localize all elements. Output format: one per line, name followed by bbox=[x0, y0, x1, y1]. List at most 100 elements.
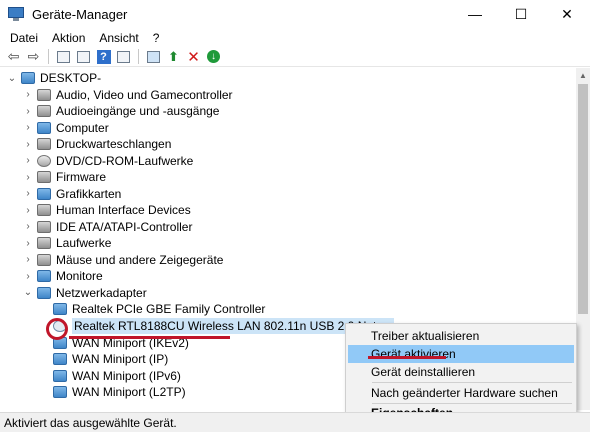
title-bar: Geräte-Manager — ☐ ✕ bbox=[0, 0, 590, 28]
toolbar-separator bbox=[138, 49, 139, 64]
menu-separator bbox=[372, 382, 572, 383]
forward-button[interactable]: ⇨ bbox=[25, 48, 42, 65]
toggle-pane-button[interactable] bbox=[115, 48, 132, 65]
red-x-icon: ✕ bbox=[187, 48, 200, 66]
window-controls: — ☐ ✕ bbox=[452, 0, 590, 28]
tree-category[interactable]: › Audioeingänge und -ausgänge bbox=[22, 103, 219, 120]
tree-category[interactable]: › Monitore bbox=[22, 268, 102, 285]
help-button[interactable]: ? bbox=[95, 48, 112, 65]
help-icon: ? bbox=[96, 49, 111, 64]
firmware-chip-icon bbox=[37, 171, 51, 184]
close-button[interactable]: ✕ bbox=[544, 0, 590, 28]
tree-device[interactable]: WAN Miniport (IPv6) bbox=[50, 368, 181, 385]
network-adapter-icon bbox=[53, 353, 67, 366]
chevron-right-icon[interactable]: › bbox=[22, 238, 34, 249]
uninstall-device-button[interactable]: ✕ bbox=[185, 48, 202, 66]
tree-root[interactable]: ⌄ DESKTOP- bbox=[6, 70, 101, 87]
annotation-circle bbox=[46, 318, 68, 340]
tree-category[interactable]: › Computer bbox=[22, 120, 108, 137]
disk-drive-icon bbox=[37, 237, 51, 250]
pane-icon bbox=[117, 50, 130, 63]
status-text: Aktiviert das ausgewählte Gerät. bbox=[4, 415, 177, 430]
chevron-right-icon[interactable]: › bbox=[22, 155, 34, 166]
dvd-drive-icon bbox=[37, 154, 51, 167]
enable-device-button[interactable]: ↓ bbox=[205, 48, 222, 65]
toolbar-separator bbox=[48, 49, 49, 64]
menu-enable-device[interactable]: Gerät aktivieren bbox=[348, 345, 574, 363]
minimize-button[interactable]: — bbox=[452, 0, 498, 28]
menu-help[interactable]: ? bbox=[146, 31, 167, 45]
annotation-underline-device bbox=[69, 336, 230, 339]
enable-device-icon: ↓ bbox=[207, 50, 220, 63]
menu-update-driver[interactable]: Treiber aktualisieren bbox=[348, 327, 574, 345]
printer-icon bbox=[37, 138, 51, 151]
menu-bar: Datei Aktion Ansicht ? bbox=[0, 28, 590, 47]
tree-category[interactable]: › Grafikkarten bbox=[22, 186, 121, 203]
properties-button[interactable] bbox=[75, 48, 92, 65]
chevron-right-icon[interactable]: › bbox=[22, 271, 34, 282]
monitor-scan-icon bbox=[147, 50, 160, 63]
tree-category[interactable]: › Human Interface Devices bbox=[22, 202, 190, 219]
tree-category[interactable]: › Laufwerke bbox=[22, 235, 111, 252]
properties-icon bbox=[77, 50, 90, 63]
chevron-right-icon[interactable]: › bbox=[22, 188, 34, 199]
context-menu: Treiber aktualisieren Gerät aktivieren G… bbox=[345, 323, 577, 423]
network-adapter-icon bbox=[53, 303, 67, 316]
menu-datei[interactable]: Datei bbox=[3, 31, 45, 45]
add-driver-icon: ⬆ bbox=[168, 48, 179, 64]
ide-controller-icon bbox=[37, 220, 51, 233]
chevron-right-icon[interactable]: › bbox=[22, 89, 34, 100]
scroll-up-icon[interactable]: ▲ bbox=[576, 68, 590, 82]
chevron-down-icon[interactable]: ⌄ bbox=[6, 73, 18, 84]
hid-icon bbox=[37, 204, 51, 217]
tree-category[interactable]: › IDE ATA/ATAPI-Controller bbox=[22, 219, 192, 236]
device-manager-icon bbox=[8, 7, 24, 21]
tree-device[interactable]: WAN Miniport (L2TP) bbox=[50, 384, 186, 401]
monitor-icon bbox=[37, 270, 51, 283]
tree-device-selected[interactable]: Realtek RTL8188CU Wireless LAN 802.11n U… bbox=[50, 318, 394, 335]
network-adapter-icon bbox=[53, 386, 67, 399]
annotation-underline-menu bbox=[368, 356, 446, 359]
computer-icon bbox=[21, 72, 35, 85]
tree-category[interactable]: › Audio, Video und Gamecontroller bbox=[22, 87, 232, 104]
menu-ansicht[interactable]: Ansicht bbox=[92, 31, 145, 45]
computer-icon bbox=[37, 121, 51, 134]
network-adapter-icon bbox=[37, 286, 51, 299]
chevron-right-icon[interactable]: › bbox=[22, 122, 34, 133]
scrollbar-thumb[interactable] bbox=[578, 84, 588, 314]
arrow-right-icon: ⇨ bbox=[27, 48, 40, 64]
back-button[interactable]: ⇦ bbox=[5, 48, 22, 65]
chevron-right-icon[interactable]: › bbox=[22, 205, 34, 216]
chevron-right-icon[interactable]: › bbox=[22, 221, 34, 232]
display-adapter-icon bbox=[37, 187, 51, 200]
chevron-right-icon[interactable]: › bbox=[22, 106, 34, 117]
tree-category[interactable]: › Druckwarteschlangen bbox=[22, 136, 171, 153]
console-tree-icon bbox=[57, 50, 70, 63]
maximize-button[interactable]: ☐ bbox=[498, 0, 544, 28]
status-bar: Aktiviert das ausgewählte Gerät. bbox=[0, 412, 590, 432]
tree-category[interactable]: › DVD/CD-ROM-Laufwerke bbox=[22, 153, 193, 170]
add-driver-button[interactable]: ⬆ bbox=[165, 48, 182, 65]
toolbar: ⇦ ⇨ ? ⬆ ✕ ↓ bbox=[0, 47, 590, 67]
window-title: Geräte-Manager bbox=[32, 6, 128, 22]
speaker-icon bbox=[37, 105, 51, 118]
tree-category-network[interactable]: ⌄ Netzwerkadapter bbox=[22, 285, 147, 302]
scan-hardware-button[interactable] bbox=[145, 48, 162, 65]
chevron-right-icon[interactable]: › bbox=[22, 172, 34, 183]
tree-device[interactable]: WAN Miniport (IP) bbox=[50, 351, 168, 368]
mouse-icon bbox=[37, 253, 51, 266]
menu-scan-hardware[interactable]: Nach geänderter Hardware suchen bbox=[348, 384, 574, 402]
chevron-right-icon[interactable]: › bbox=[22, 139, 34, 150]
chevron-right-icon[interactable]: › bbox=[22, 254, 34, 265]
show-hide-console-tree-button[interactable] bbox=[55, 48, 72, 65]
menu-aktion[interactable]: Aktion bbox=[45, 31, 92, 45]
chevron-down-icon[interactable]: ⌄ bbox=[22, 287, 34, 298]
arrow-left-icon: ⇦ bbox=[7, 48, 20, 64]
network-adapter-icon bbox=[53, 369, 67, 382]
vertical-scrollbar[interactable]: ▲ bbox=[576, 68, 590, 410]
tree-device[interactable]: Realtek PCIe GBE Family Controller bbox=[50, 301, 265, 318]
tree-category[interactable]: › Firmware bbox=[22, 169, 106, 186]
tree-category[interactable]: › Mäuse und andere Zeigegeräte bbox=[22, 252, 223, 269]
speaker-icon bbox=[37, 88, 51, 101]
menu-uninstall-device[interactable]: Gerät deinstallieren bbox=[348, 363, 574, 381]
